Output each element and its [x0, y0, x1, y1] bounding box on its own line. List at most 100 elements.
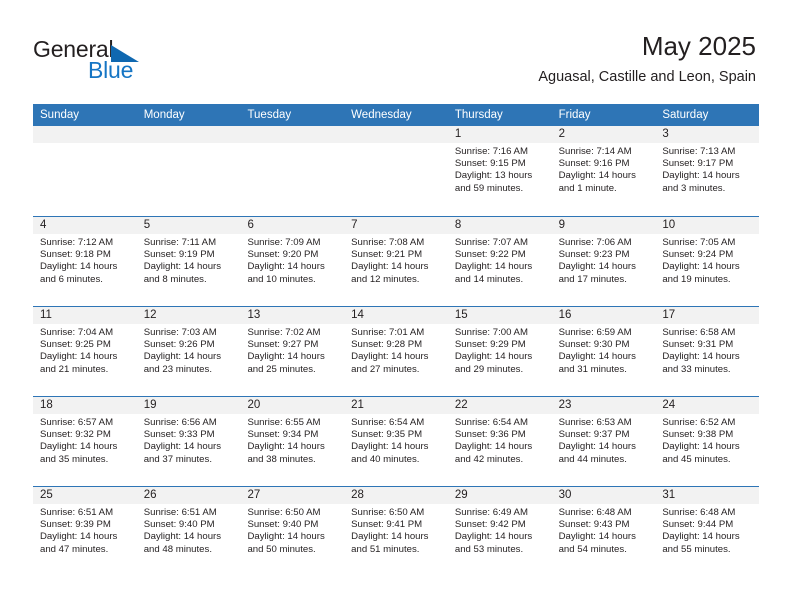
- calendar-day-cell[interactable]: 23 Sunrise: 6:53 AM Sunset: 9:37 PM Dayligh…: [551, 397, 656, 486]
- calendar-day-cell[interactable]: 31 Sunrise: 6:48 AM Sunset: 9:44 PM Dayligh…: [655, 487, 760, 576]
- sunrise-text: Sunrise: 7:02 AM: [247, 327, 321, 338]
- sunset-text: Sunset: 9:41 PM: [351, 519, 423, 531]
- daylight-text: Daylight: 14 hours and 54 minutes.: [558, 531, 636, 555]
- sunrise-text: Sunrise: 7:11 AM: [143, 237, 217, 248]
- calendar-day-cell[interactable]: 21 Sunrise: 6:54 AM Sunset: 9:35 PM Dayligh…: [344, 397, 448, 486]
- calendar-day-cell[interactable]: 18 Sunrise: 6:57 AM Sunset: 9:32 PM Dayligh…: [33, 397, 137, 486]
- day-number: [33, 126, 137, 143]
- sunset-text: Sunset: 9:21 PM: [351, 249, 423, 261]
- general-blue-logo[interactable]: General Blue: [33, 36, 233, 86]
- sunset-text: Sunset: 9:30 PM: [558, 339, 630, 351]
- calendar-day-cell[interactable]: 9 Sunrise: 7:06 AM Sunset: 9:23 PM Daylight…: [551, 217, 656, 306]
- calendar-day-cell[interactable]: 11 Sunrise: 7:04 AM Sunset: 9:25 PM Dayligh…: [33, 307, 137, 396]
- sunrise-text: Sunrise: 6:52 AM: [662, 417, 736, 428]
- daylight-text: Daylight: 14 hours and 31 minutes.: [558, 351, 636, 375]
- daylight-text: Daylight: 14 hours and 48 minutes.: [143, 531, 222, 555]
- day-details: Sunrise: 7:01 AM Sunset: 9:28 PM Daylight:…: [344, 324, 448, 376]
- sunset-text: Sunset: 9:27 PM: [247, 339, 319, 351]
- sunset-text: Sunset: 9:20 PM: [247, 249, 319, 261]
- sunset-text: Sunset: 9:19 PM: [143, 249, 215, 261]
- daylight-text: Daylight: 14 hours and 3 minutes.: [662, 170, 740, 194]
- weekday-header-row: Sunday Monday Tuesday Wednesday Thursday…: [33, 104, 759, 126]
- sunset-text: Sunset: 9:37 PM: [558, 429, 630, 441]
- sunset-text: Sunset: 9:40 PM: [247, 519, 319, 531]
- day-number: 20: [240, 397, 345, 414]
- sunrise-text: Sunrise: 7:16 AM: [454, 146, 528, 157]
- calendar-day-cell[interactable]: 28 Sunrise: 6:50 AM Sunset: 9:41 PM Dayligh…: [344, 487, 448, 576]
- calendar-day-cell[interactable]: 14 Sunrise: 7:01 AM Sunset: 9:28 PM Dayligh…: [344, 307, 448, 396]
- calendar-day-cell[interactable]: 1 Sunrise: 7:16 AM Sunset: 9:15 PM Daylight…: [447, 126, 552, 216]
- day-details: Sunrise: 6:56 AM Sunset: 9:33 PM Daylight:…: [137, 414, 241, 466]
- calendar-day-cell-empty: [136, 126, 241, 216]
- calendar-page: General Blue May 2025 Aguasal, Castille …: [0, 0, 792, 612]
- daylight-text: Daylight: 14 hours and 17 minutes.: [558, 261, 636, 285]
- day-number: 14: [344, 307, 448, 324]
- day-number: 9: [551, 217, 656, 234]
- calendar-day-cell[interactable]: 19 Sunrise: 6:56 AM Sunset: 9:33 PM Dayligh…: [136, 397, 241, 486]
- sunrise-text: Sunrise: 7:05 AM: [662, 237, 736, 248]
- daylight-text: Daylight: 14 hours and 6 minutes.: [40, 261, 118, 285]
- calendar-day-cell[interactable]: 20 Sunrise: 6:55 AM Sunset: 9:34 PM Dayligh…: [240, 397, 345, 486]
- calendar-day-cell[interactable]: 3 Sunrise: 7:13 AM Sunset: 9:17 PM Daylight…: [655, 126, 760, 216]
- sunset-text: Sunset: 9:31 PM: [662, 339, 734, 351]
- day-details: Sunrise: 6:54 AM Sunset: 9:35 PM Daylight:…: [344, 414, 448, 466]
- day-details: Sunrise: 6:49 AM Sunset: 9:42 PM Daylight:…: [448, 504, 552, 556]
- day-details: Sunrise: 7:14 AM Sunset: 9:16 PM Daylight:…: [552, 143, 656, 195]
- calendar-day-cell[interactable]: 22 Sunrise: 6:54 AM Sunset: 9:36 PM Dayligh…: [447, 397, 552, 486]
- sunrise-text: Sunrise: 6:53 AM: [558, 417, 632, 428]
- day-details: Sunrise: 7:16 AM Sunset: 9:15 PM Daylight:…: [448, 143, 552, 195]
- daylight-text: Daylight: 14 hours and 33 minutes.: [662, 351, 740, 375]
- day-number: 11: [33, 307, 137, 324]
- calendar-day-cell[interactable]: 12 Sunrise: 7:03 AM Sunset: 9:26 PM Dayligh…: [136, 307, 241, 396]
- day-details: Sunrise: 7:11 AM Sunset: 9:19 PM Daylight:…: [137, 234, 241, 286]
- calendar-day-cell[interactable]: 16 Sunrise: 6:59 AM Sunset: 9:30 PM Dayligh…: [551, 307, 656, 396]
- day-number: 4: [33, 217, 137, 234]
- daylight-text: Daylight: 14 hours and 47 minutes.: [40, 531, 118, 555]
- calendar-day-cell[interactable]: 8 Sunrise: 7:07 AM Sunset: 9:22 PM Daylight…: [447, 217, 552, 306]
- daylight-text: Daylight: 14 hours and 38 minutes.: [247, 441, 325, 465]
- day-details: Sunrise: 7:09 AM Sunset: 9:20 PM Daylight:…: [240, 234, 344, 286]
- calendar-day-cell[interactable]: 7 Sunrise: 7:08 AM Sunset: 9:21 PM Daylight…: [344, 217, 448, 306]
- day-number: 2: [551, 126, 656, 143]
- day-number: [240, 126, 345, 143]
- sunset-text: Sunset: 9:28 PM: [351, 339, 423, 351]
- calendar-day-cell[interactable]: 13 Sunrise: 7:02 AM Sunset: 9:27 PM Dayligh…: [240, 307, 345, 396]
- calendar-day-cell[interactable]: 6 Sunrise: 7:09 AM Sunset: 9:20 PM Daylight…: [240, 217, 345, 306]
- sunset-text: Sunset: 9:17 PM: [662, 158, 734, 170]
- calendar-day-cell[interactable]: 5 Sunrise: 7:11 AM Sunset: 9:19 PM Daylight…: [136, 217, 241, 306]
- day-number: 13: [240, 307, 345, 324]
- calendar-day-cell[interactable]: 10 Sunrise: 7:05 AM Sunset: 9:24 PM Dayligh…: [655, 217, 760, 306]
- sunrise-text: Sunrise: 6:49 AM: [454, 507, 528, 518]
- calendar-day-cell[interactable]: 30 Sunrise: 6:48 AM Sunset: 9:43 PM Dayligh…: [551, 487, 656, 576]
- day-number: 25: [33, 487, 137, 504]
- day-details: Sunrise: 7:04 AM Sunset: 9:25 PM Daylight:…: [33, 324, 137, 376]
- daylight-text: Daylight: 14 hours and 8 minutes.: [143, 261, 222, 285]
- sunrise-text: Sunrise: 6:59 AM: [558, 327, 632, 338]
- calendar-day-cell[interactable]: 4 Sunrise: 7:12 AM Sunset: 9:18 PM Daylight…: [33, 217, 137, 306]
- calendar-day-cell[interactable]: 26 Sunrise: 6:51 AM Sunset: 9:40 PM Dayligh…: [136, 487, 241, 576]
- calendar-day-cell[interactable]: 27 Sunrise: 6:50 AM Sunset: 9:40 PM Dayligh…: [240, 487, 345, 576]
- logo-text-blue: Blue: [88, 57, 134, 83]
- day-details: Sunrise: 6:52 AM Sunset: 9:38 PM Daylight:…: [655, 414, 759, 466]
- calendar-day-cell[interactable]: 15 Sunrise: 7:00 AM Sunset: 9:29 PM Dayligh…: [447, 307, 552, 396]
- daylight-text: Daylight: 14 hours and 10 minutes.: [247, 261, 325, 285]
- day-details: Sunrise: 6:50 AM Sunset: 9:40 PM Daylight:…: [240, 504, 344, 556]
- sunrise-text: Sunrise: 6:58 AM: [662, 327, 736, 338]
- sunrise-text: Sunrise: 7:13 AM: [662, 146, 736, 157]
- calendar-day-cell[interactable]: 25 Sunrise: 6:51 AM Sunset: 9:39 PM Dayligh…: [33, 487, 137, 576]
- day-details: Sunrise: 6:50 AM Sunset: 9:41 PM Daylight:…: [344, 504, 448, 556]
- sunrise-text: Sunrise: 7:12 AM: [40, 237, 114, 248]
- calendar-day-cell[interactable]: 29 Sunrise: 6:49 AM Sunset: 9:42 PM Dayligh…: [447, 487, 552, 576]
- day-number: [136, 126, 241, 143]
- day-number: 24: [655, 397, 760, 414]
- day-details: Sunrise: 6:57 AM Sunset: 9:32 PM Daylight:…: [33, 414, 137, 466]
- sunset-text: Sunset: 9:26 PM: [143, 339, 215, 351]
- calendar-day-cell[interactable]: 24 Sunrise: 6:52 AM Sunset: 9:38 PM Dayligh…: [655, 397, 760, 486]
- day-number: 3: [655, 126, 760, 143]
- day-details: Sunrise: 7:12 AM Sunset: 9:18 PM Daylight:…: [33, 234, 137, 286]
- day-details: Sunrise: 6:58 AM Sunset: 9:31 PM Daylight:…: [655, 324, 759, 376]
- calendar-day-cell[interactable]: 17 Sunrise: 6:58 AM Sunset: 9:31 PM Dayligh…: [655, 307, 760, 396]
- day-number: 19: [136, 397, 241, 414]
- day-details: Sunrise: 6:53 AM Sunset: 9:37 PM Daylight:…: [552, 414, 656, 466]
- calendar-day-cell[interactable]: 2 Sunrise: 7:14 AM Sunset: 9:16 PM Daylight…: [551, 126, 656, 216]
